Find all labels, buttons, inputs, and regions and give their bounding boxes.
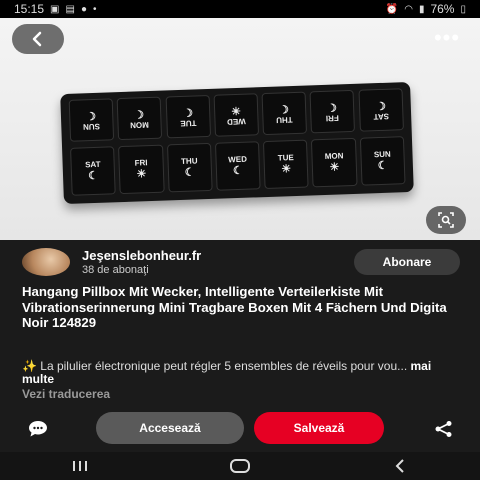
comment-button[interactable] <box>24 419 52 439</box>
follower-count: 38 de abonaţi <box>82 264 149 276</box>
top-compartment: SAT ☾ <box>357 88 404 132</box>
alarm-icon: ⏰ <box>385 3 399 15</box>
day-label: FRI <box>134 158 148 168</box>
day-label: SUN <box>373 149 391 160</box>
image-icon: ▤ <box>65 3 75 15</box>
status-time: 15:15 <box>14 2 45 16</box>
day-label: TUE <box>179 118 197 128</box>
translate-link[interactable]: Vezi traducerea <box>22 387 110 401</box>
bottom-compartment: TUE ☀ <box>263 139 310 190</box>
follow-button[interactable]: Abonare <box>354 249 460 275</box>
moon-icon: ☾ <box>134 107 145 120</box>
top-compartment: SUN ☾ <box>68 98 115 142</box>
pin-description: ✨ La pilulier électronique peut régler 5… <box>22 360 452 386</box>
sun-icon: ☀ <box>281 163 292 176</box>
sun-icon: ☀ <box>136 168 147 181</box>
status-right: ⏰ ◠ ▮ 76% ▯ <box>386 2 466 16</box>
lens-icon <box>438 212 454 228</box>
top-compartment: FRI ☾ <box>309 89 356 134</box>
system-nav-bar <box>0 452 480 480</box>
bottom-compartment: THU ☾ <box>166 142 213 193</box>
top-compartment: THU ☾ <box>261 91 308 136</box>
bottom-compartment: WED ☾ <box>214 141 261 191</box>
more-options-button[interactable]: ••• <box>432 25 462 50</box>
battery-icon: ▯ <box>460 3 466 15</box>
day-label: MON <box>324 151 344 161</box>
bottom-compartment: SAT ☾ <box>70 146 116 196</box>
moon-icon: ☾ <box>88 169 99 183</box>
share-button[interactable] <box>432 419 456 439</box>
chevron-left-icon <box>32 31 42 47</box>
pillbox-product: SUN ☾ MON ☾ TUE ☾ WED ☀ THU ☾ FRI ☾ SAT ☾ SAT ☾ FRI ☀ THU… <box>60 81 414 205</box>
avatar[interactable] <box>22 248 70 276</box>
back-button[interactable] <box>12 24 64 54</box>
comment-icon <box>29 421 47 437</box>
bottom-compartment: MON ☀ <box>311 137 358 188</box>
day-label: MON <box>130 120 150 130</box>
pin-details: Jeşenslebonheur.fr 38 de abonaţi Abonare… <box>0 240 480 452</box>
description-text: ✨ La pilulier électronique peut régler 5… <box>22 359 408 373</box>
top-compartment: TUE ☾ <box>164 94 211 139</box>
day-label: SAT <box>84 159 101 170</box>
recent-apps-icon <box>73 461 87 471</box>
bottom-compartment: FRI ☀ <box>118 144 165 195</box>
back-nav-button[interactable] <box>380 456 420 476</box>
save-button[interactable]: Salvează <box>254 412 384 444</box>
visual-search-button[interactable] <box>426 206 466 234</box>
day-label: SUN <box>82 121 101 132</box>
status-bar: 15:15 ▣ ▤ ● • ⏰ ◠ ▮ 76% ▯ <box>0 0 480 18</box>
moon-icon: ☾ <box>375 98 386 112</box>
more-dots-icon: • <box>92 3 97 15</box>
day-label: WED <box>226 116 246 127</box>
pin-title: Hangang Pillbox Mit Wecker, Intelligente… <box>22 284 447 330</box>
moon-icon: ☾ <box>85 108 97 122</box>
day-label: SAT <box>373 111 389 122</box>
top-compartment: MON ☾ <box>116 96 163 141</box>
signal-icon: ▮ <box>418 3 425 15</box>
moon-icon: ☾ <box>184 166 195 179</box>
day-label: WED <box>228 154 248 165</box>
moon-icon: ☾ <box>232 164 244 178</box>
day-label: THU <box>180 156 198 166</box>
wifi-icon: ◠ <box>404 3 413 15</box>
recent-apps-button[interactable] <box>60 456 100 476</box>
status-left: 15:15 ▣ ▤ ● • <box>14 2 97 16</box>
day-label: TUE <box>277 153 294 163</box>
more-dots-icon: ••• <box>433 25 461 50</box>
visit-site-button[interactable]: Accesează <box>96 412 244 444</box>
top-compartment: WED ☀ <box>213 93 259 137</box>
home-icon <box>230 459 250 473</box>
moon-icon: ☾ <box>327 100 338 113</box>
pinterest-icon: ● <box>80 3 87 15</box>
back-arrow-icon <box>395 459 404 473</box>
day-label: THU <box>276 115 293 125</box>
moon-icon: ☾ <box>278 102 290 115</box>
bottom-compartment: SUN ☾ <box>359 136 406 186</box>
share-icon <box>435 421 452 437</box>
battery-percent: 76% <box>430 2 455 16</box>
sun-icon: ☀ <box>329 161 340 174</box>
home-button[interactable] <box>220 456 260 476</box>
author-name[interactable]: Jeşenslebonheur.fr <box>82 248 201 263</box>
sun-icon: ☀ <box>230 103 241 117</box>
moon-icon: ☾ <box>182 105 193 118</box>
gallery-icon: ▣ <box>50 3 60 15</box>
pin-image[interactable]: ••• SUN ☾ MON ☾ TUE ☾ WED ☀ THU ☾ FRI ☾ SAT ☾ SAT ☾ FRI… <box>0 18 480 240</box>
moon-icon: ☾ <box>377 159 388 173</box>
day-label: FRI <box>326 113 340 123</box>
